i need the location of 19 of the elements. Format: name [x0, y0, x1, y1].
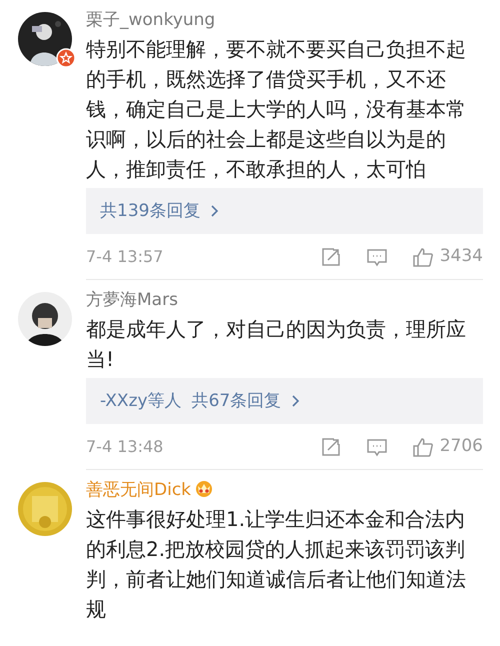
comment-text: 这件事很好处理1.让学生归还本金和合法内的利息2.把放校园贷的人抓起来该罚罚该判判，前者让她们知道诚信后者让他们知道法规 — [86, 506, 467, 623]
username[interactable]: 方夢海Mars — [86, 289, 178, 311]
username[interactable]: 善恶无间Dick — [86, 479, 192, 501]
chevron-right-icon — [291, 394, 300, 408]
username[interactable]: 栗子_wonkyung — [86, 9, 216, 31]
timestamp: 7-4 13:48 — [86, 436, 164, 458]
replies-link[interactable]: -XXzy等人 共67条回复 — [86, 378, 483, 424]
thumbs-up-icon[interactable] — [412, 246, 434, 268]
share-icon[interactable] — [320, 436, 342, 458]
share-icon[interactable] — [320, 246, 342, 268]
crown-icon — [194, 479, 214, 497]
replies-link[interactable]: 共139条回复 — [86, 188, 483, 234]
comment-text: 特别不能理解，要不就不要买自己负担不起的手机，既然选择了借贷买手机，又不还钱，确定自己是上大学的人吗，没有基本常识啊，以后的社会上都是这些自以为是的人，推卸责任，不敢承担的人，太可怕 — [86, 36, 467, 183]
like-count: 3434 — [440, 244, 483, 268]
chevron-right-icon — [210, 204, 220, 218]
timestamp: 7-4 13:57 — [86, 246, 164, 268]
like-count: 2706 — [440, 434, 483, 458]
comment-text: 都是成年人了，对自己的因为负责，理所应当! — [86, 316, 467, 373]
thumbs-up-icon[interactable] — [412, 436, 434, 458]
